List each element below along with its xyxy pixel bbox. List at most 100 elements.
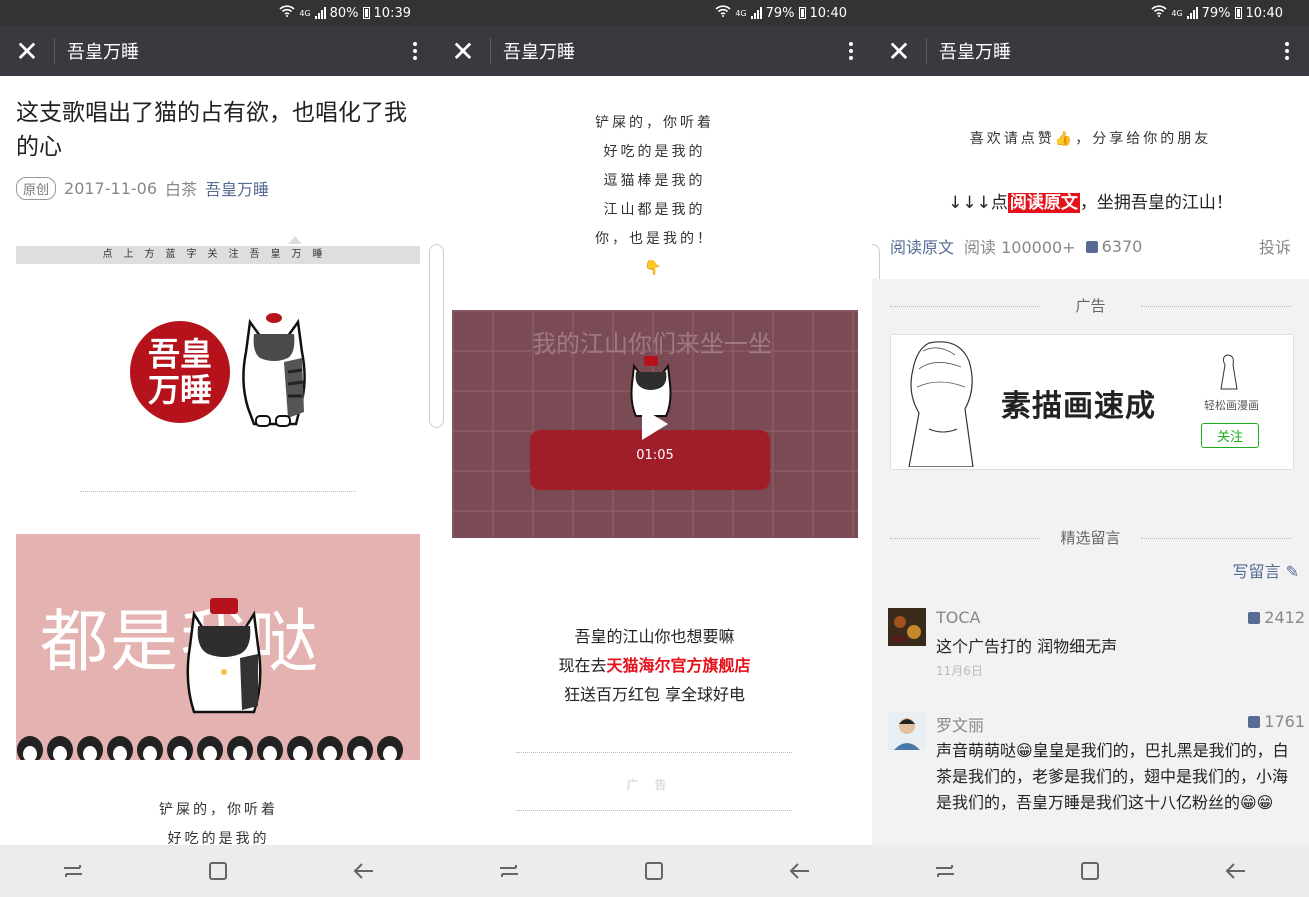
promo-line: 狂送百万红包 享全球好电 <box>563 685 746 704</box>
follow-strip: 点上方蓝字关注吾皇万睡 <box>16 246 420 264</box>
thumbs-up-icon <box>1248 716 1261 728</box>
logo-image: 吾皇万睡 <box>16 266 420 442</box>
read-suffix: ，坐拥吾皇的江山！ <box>1079 193 1233 213</box>
more-options-icon[interactable] <box>829 42 873 60</box>
comment-author: 罗文丽 <box>936 716 985 735</box>
more-options-icon[interactable] <box>393 42 437 60</box>
promo-prefix: 现在去 <box>558 656 607 675</box>
close-icon[interactable]: ✕ <box>872 26 926 76</box>
divider <box>516 752 792 753</box>
comment-like-count: 1761 <box>1264 712 1305 731</box>
follow-button[interactable]: 关注 <box>1201 423 1259 448</box>
comment-date: 11月6日 <box>936 664 983 678</box>
avatar[interactable] <box>888 712 926 750</box>
pointer-arrow-icon <box>288 236 302 244</box>
penguin-row-icon <box>17 736 403 760</box>
close-icon[interactable]: ✕ <box>436 26 490 76</box>
recent-apps-icon[interactable] <box>479 851 539 891</box>
more-options-icon[interactable] <box>1265 42 1309 60</box>
store-link[interactable]: 天猫海尔官方旗舰店 <box>607 656 751 675</box>
poem-line: 铲屎的，你听着 <box>159 802 278 818</box>
article-title: 这支歌唱出了猫的占有欲，也唱化了我的心 <box>16 100 407 160</box>
network-type: 4G <box>735 8 747 18</box>
signal-icon <box>750 7 762 19</box>
back-icon[interactable] <box>1206 851 1266 891</box>
back-icon[interactable] <box>334 851 394 891</box>
battery-icon <box>798 7 806 19</box>
article-content[interactable]: 这支歌唱出了猫的占有欲，也唱化了我的心 原创 2017-11-06 白茶 吾皇万… <box>0 76 437 845</box>
ad-brand: 轻松画漫画 <box>1204 399 1259 412</box>
status-bar: 4G 80% 10:39 <box>0 0 437 26</box>
ad-section-label: 广告 <box>890 295 1291 316</box>
prev-card-edge <box>436 244 444 428</box>
poem-line: 铲屎的，你听着 <box>595 115 714 131</box>
battery-percent: 79% <box>1201 5 1231 21</box>
comment-text: 这个广告打的 润物细无声 <box>936 637 1118 656</box>
cat-illustration-icon <box>242 313 306 427</box>
like-button[interactable]: 6370 <box>1085 237 1142 256</box>
divider <box>80 491 356 492</box>
comment-like-count: 2412 <box>1264 608 1305 627</box>
pencil-icon: ✎ <box>1285 562 1299 581</box>
divider <box>516 810 792 811</box>
pink-cat-image: 都是我哒 <box>16 534 420 760</box>
ad-card[interactable]: 素描画速成 轻松画漫画 关注 <box>890 334 1294 470</box>
page-title: 吾皇万睡 <box>67 42 139 63</box>
comment-text: 声音萌萌哒😁皇皇是我们的，巴扎黑是我们的，白茶是我们的，老爹是我们的，翅中是我们… <box>936 741 1289 812</box>
write-comment-button[interactable]: 写留言 ✎ <box>1232 558 1299 582</box>
cat-illustration-icon <box>186 598 262 714</box>
wifi-icon <box>1151 5 1167 21</box>
comments-section-label: 精选留言 <box>890 527 1291 548</box>
promo-line: 现在去天猫海尔官方旗舰店 <box>436 651 873 680</box>
close-icon[interactable]: ✕ <box>0 26 54 76</box>
poem-line: 逗猫棒是我的 <box>603 173 706 189</box>
account-link[interactable]: 吾皇万睡 <box>205 176 269 200</box>
screen-1: 4G 80% 10:39 ✕ 吾皇万睡 这支歌唱出了猫的占有欲，也唱化了我的心 … <box>0 0 437 897</box>
back-icon[interactable] <box>770 851 830 891</box>
sketch-girl-icon <box>908 341 974 467</box>
status-bar: 4G 79% 10:40 <box>872 0 1309 26</box>
pink-image-text: 都是我哒 <box>40 603 321 682</box>
read-prefix: ↓↓↓点 <box>948 193 1008 213</box>
status-bar: 4G 79% 10:40 <box>436 0 873 26</box>
battery-percent: 79% <box>765 5 795 21</box>
thumbs-up-icon <box>1248 612 1261 624</box>
comment-like-button[interactable]: 2412 <box>1248 608 1305 627</box>
read-original-link[interactable]: 阅读原文 <box>890 234 954 258</box>
comment-like-button[interactable]: 1761 <box>1248 712 1305 731</box>
article-content[interactable]: 铲屎的，你听着 好吃的是我的 逗猫棒是我的 江山都是我的 你，也是我的！ 👇 我… <box>436 76 873 845</box>
thumbs-up-icon <box>1085 240 1098 253</box>
home-icon[interactable] <box>1060 851 1120 891</box>
promo-line: 吾皇的江山你也想要嘛 <box>574 627 735 646</box>
screen-2: 4G 79% 10:40 ✕ 吾皇万睡 铲屎的，你听着 好吃的是我的 逗猫棒是我… <box>436 0 873 897</box>
avatar[interactable] <box>888 608 926 646</box>
play-icon[interactable] <box>642 408 668 440</box>
recent-apps-icon[interactable] <box>915 851 975 891</box>
promo-block: 吾皇的江山你也想要嘛 现在去天猫海尔官方旗舰店 狂送百万红包 享全球好电 <box>436 622 873 709</box>
wifi-icon <box>715 5 731 21</box>
author: 白茶 <box>165 180 198 199</box>
comment-author: TOCA <box>936 608 981 627</box>
poem-line: 你，也是我的！ <box>595 231 714 247</box>
video-player[interactable]: 我的江山你们来坐一坐 01:05 <box>452 310 858 538</box>
report-link[interactable]: 投诉 <box>1259 234 1291 258</box>
article-footer[interactable]: 喜欢请点赞👍，分享给你的朋友 ↓↓↓点 阅读原文 ，坐拥吾皇的江山！ 阅读原文 阅读… <box>872 76 1309 845</box>
signal-icon <box>314 7 326 19</box>
title-bar: ✕ 吾皇万睡 <box>0 26 437 76</box>
write-comment-label: 写留言 <box>1232 562 1281 581</box>
home-icon[interactable] <box>188 851 248 891</box>
title-bar: ✕ 吾皇万睡 <box>872 26 1309 76</box>
like-prompt: 喜欢请点赞👍，分享给你的朋友 <box>969 131 1212 147</box>
system-nav-bar <box>872 845 1309 897</box>
page-title: 吾皇万睡 <box>503 42 575 63</box>
poem-block: 铲屎的，你听着 好吃的是我的 逗猫棒是我的 江山都是我的 你，也是我的！ 👇 <box>436 109 873 283</box>
title-bar: ✕ 吾皇万睡 <box>436 26 873 76</box>
clock: 10:39 <box>373 5 411 21</box>
signal-icon <box>1186 7 1198 19</box>
comment-item: TOCA 2412 这个广告打的 润物细无声 11月6日 <box>888 608 1309 698</box>
system-nav-bar <box>436 845 873 897</box>
recent-apps-icon[interactable] <box>43 851 103 891</box>
ad-label: 广告 <box>626 778 683 792</box>
home-icon[interactable] <box>624 851 684 891</box>
page-title: 吾皇万睡 <box>939 42 1011 63</box>
